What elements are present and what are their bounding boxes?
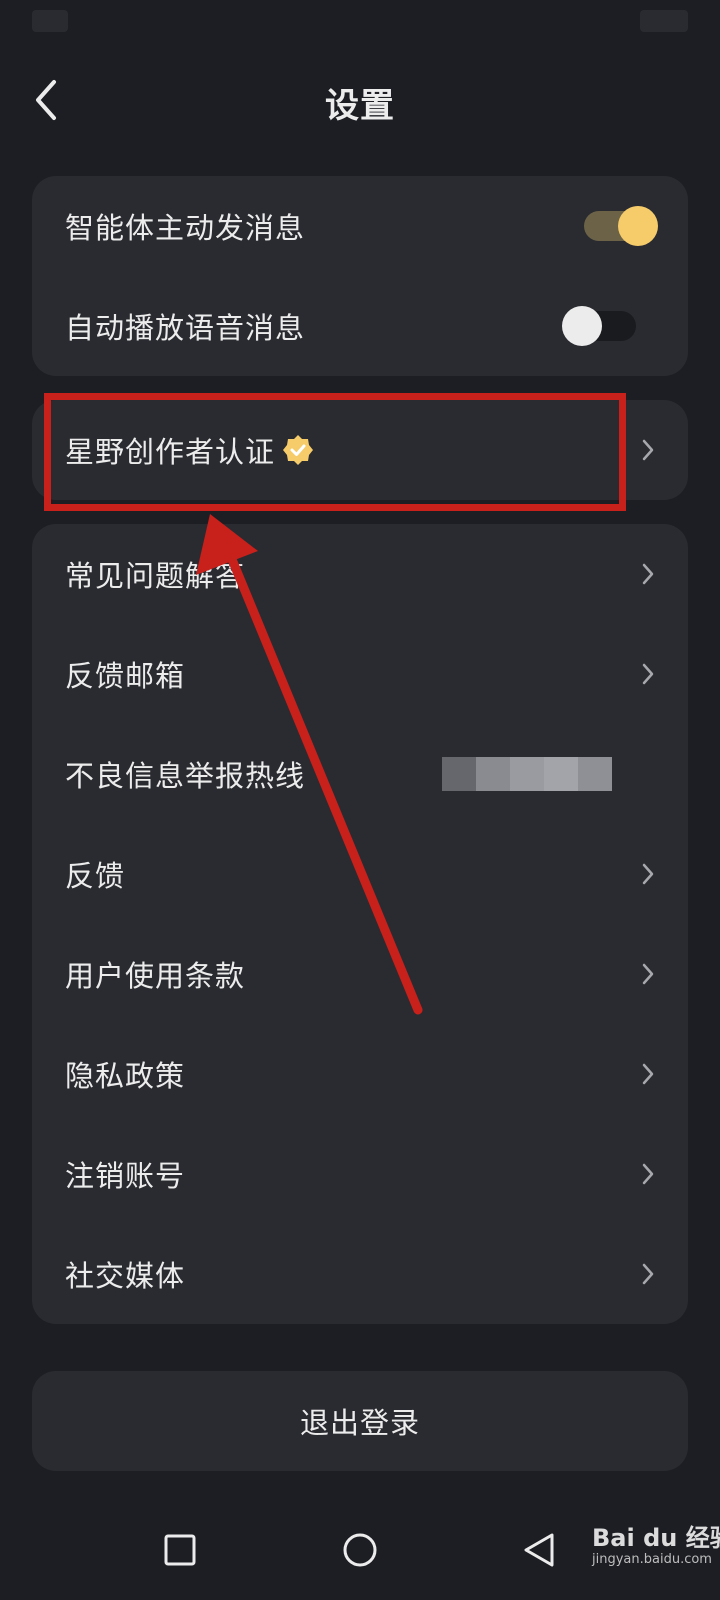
menu-item-privacy-policy[interactable]: 隐私政策 [32, 1024, 688, 1124]
menu-item-label: 注销账号 [65, 1159, 186, 1193]
menu-item-delete-account[interactable]: 注销账号 [32, 1124, 688, 1224]
setting-row-agent-messages[interactable]: 智能体主动发消息 [32, 176, 688, 276]
toggle-switch-on[interactable] [584, 206, 658, 246]
setting-row-autoplay-voice[interactable]: 自动播放语音消息 [32, 276, 688, 376]
menu-item-label: 不良信息举报热线 [65, 759, 306, 793]
home-icon[interactable] [332, 1522, 388, 1578]
setting-label: 自动播放语音消息 [65, 311, 306, 345]
menu-item-label: 用户使用条款 [65, 959, 246, 993]
logout-label: 退出登录 [299, 1406, 420, 1440]
menu-item-report-hotline[interactable]: 不良信息举报热线 [32, 724, 688, 824]
menu-item-feedback-email[interactable]: 反馈邮箱 [32, 624, 688, 724]
verified-badge-icon [283, 435, 313, 465]
back-triangle-icon[interactable] [512, 1522, 568, 1578]
navigation-bar: Bai du 经验 jingyan.baidu.com [0, 1500, 720, 1600]
menu-item-label: 星野创作者认证 [65, 435, 276, 469]
recent-apps-icon[interactable] [152, 1522, 208, 1578]
menu-item-faq[interactable]: 常见问题解答 [32, 524, 688, 624]
creator-certification-card: 星野创作者认证 [32, 400, 688, 500]
logout-button[interactable]: 退出登录 [32, 1371, 688, 1471]
menu-item-social-media[interactable]: 社交媒体 [32, 1224, 688, 1324]
status-indicator-left [32, 10, 68, 32]
toggle-switch-off[interactable] [562, 306, 636, 346]
menu-item-feedback[interactable]: 反馈 [32, 824, 688, 924]
page-title: 设置 [325, 86, 395, 126]
chevron-right-icon [642, 663, 654, 685]
chevron-right-icon [642, 863, 654, 885]
chevron-right-icon [642, 1263, 654, 1285]
menu-item-label: 隐私政策 [65, 1059, 186, 1093]
toggle-knob [562, 306, 602, 346]
chevron-right-icon [642, 963, 654, 985]
watermark: Bai du 经验 jingyan.baidu.com [592, 1518, 720, 1567]
menu-item-terms-of-use[interactable]: 用户使用条款 [32, 924, 688, 1024]
chevron-right-icon [642, 439, 654, 461]
toggle-settings-card: 智能体主动发消息 自动播放语音消息 [32, 176, 688, 376]
status-indicator-right [640, 10, 688, 32]
menu-item-creator-certification[interactable]: 星野创作者认证 [32, 400, 688, 500]
watermark-url: jingyan.baidu.com [592, 1552, 712, 1567]
menu-card: 常见问题解答 反馈邮箱 不良信息举报热线 反馈 用户使用条款 隐私政策 注销账号… [32, 524, 688, 1324]
menu-item-label: 反馈 [65, 859, 126, 893]
menu-item-label: 常见问题解答 [65, 559, 246, 593]
menu-item-label: 反馈邮箱 [65, 659, 186, 693]
watermark-brand: Bai du 经验 [592, 1524, 720, 1552]
toggle-knob [618, 206, 658, 246]
chevron-right-icon [642, 1063, 654, 1085]
setting-label: 智能体主动发消息 [65, 211, 306, 245]
status-bar [0, 0, 720, 40]
chevron-right-icon [642, 563, 654, 585]
blurred-phone-number [442, 757, 612, 791]
chevron-right-icon [642, 1163, 654, 1185]
menu-item-label: 社交媒体 [65, 1259, 186, 1293]
header: 设置 [0, 60, 720, 140]
